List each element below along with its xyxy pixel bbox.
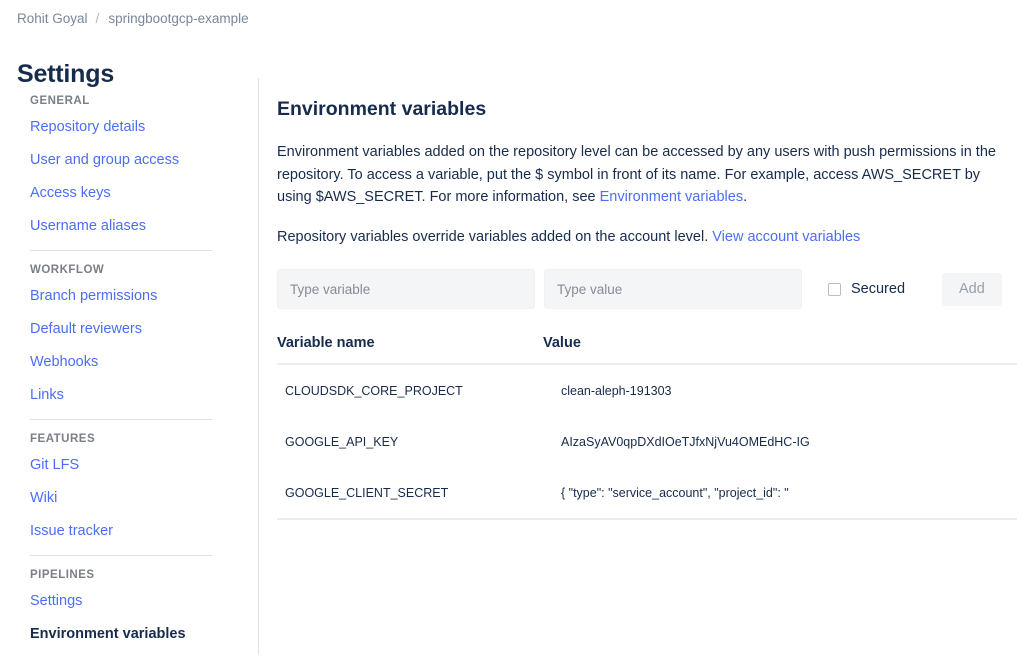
breadcrumb-separator: / xyxy=(96,11,100,26)
sidebar-item-issue-tracker[interactable]: Issue tracker xyxy=(0,522,240,540)
sidebar-item-repository-details[interactable]: Repository details xyxy=(0,118,240,136)
sidebar-item-git-lfs[interactable]: Git LFS xyxy=(0,456,240,474)
table-row: GOOGLE_CLIENT_SECRET{ "type": "service_a… xyxy=(277,467,1017,520)
add-variable-form: Secured Add xyxy=(277,269,1017,309)
sidebar-item-access-keys[interactable]: Access keys xyxy=(0,184,240,202)
environment-variables-link[interactable]: Environment variables xyxy=(600,189,743,205)
override-paragraph: Repository variables override variables … xyxy=(277,226,999,249)
sidebar-group: GENERAL Repository details User and group … xyxy=(0,95,240,235)
sidebar-group-title: FEATURES xyxy=(0,433,240,445)
sidebar-item-settings[interactable]: Settings xyxy=(0,592,240,610)
sidebar-item-username-aliases[interactable]: Username aliases xyxy=(0,217,240,235)
view-account-variables-link[interactable]: View account variables xyxy=(712,229,860,245)
main-content: Environment variables Environment variab… xyxy=(277,98,1017,520)
sidebar-group: PIPELINES Settings Environment variables xyxy=(0,569,240,643)
override-text-before: Repository variables override variables … xyxy=(277,229,712,245)
sidebar-item-links[interactable]: Links xyxy=(0,386,240,404)
breadcrumb-owner[interactable]: Rohit Goyal xyxy=(17,11,88,26)
sidebar-item-environment-variables[interactable]: Environment variables xyxy=(0,625,240,643)
table-header-row: Variable name Value xyxy=(277,335,1017,365)
column-header-value: Value xyxy=(543,335,581,351)
sidebar-group-title: PIPELINES xyxy=(0,569,240,581)
column-header-variable-name: Variable name xyxy=(277,335,543,351)
sidebar-content-divider xyxy=(258,78,259,655)
sidebar-divider xyxy=(30,250,212,251)
description-text-after: . xyxy=(743,189,747,205)
sidebar-divider xyxy=(30,419,212,420)
cell-variable-value: AIzaSyAV0qpDXdIOeTJfxNjVu4OMEdHC-IG xyxy=(551,435,1001,449)
secured-checkbox[interactable] xyxy=(828,283,841,296)
sidebar-item-branch-permissions[interactable]: Branch permissions xyxy=(0,287,240,305)
variable-name-input[interactable] xyxy=(277,269,535,309)
sidebar-group: WORKFLOW Branch permissions Default review… xyxy=(0,264,240,404)
variable-value-input[interactable] xyxy=(544,269,802,309)
sidebar-item-wiki[interactable]: Wiki xyxy=(0,489,240,507)
cell-variable-name: CLOUDSDK_CORE_PROJECT xyxy=(277,384,551,398)
breadcrumb-repo[interactable]: springbootgcp-example xyxy=(108,11,248,26)
description-paragraph: Environment variables added on the repos… xyxy=(277,141,999,209)
settings-sidebar: GENERAL Repository details User and group … xyxy=(0,95,240,658)
breadcrumb: Rohit Goyal / springbootgcp-example xyxy=(17,11,249,26)
table-row: GOOGLE_API_KEYAIzaSyAV0qpDXdIOeTJfxNjVu4… xyxy=(277,416,1017,467)
secured-label: Secured xyxy=(851,281,905,297)
sidebar-divider xyxy=(30,555,212,556)
section-title: Environment variables xyxy=(277,98,1017,121)
sidebar-group-title: WORKFLOW xyxy=(0,264,240,276)
table-body: CLOUDSDK_CORE_PROJECTclean-aleph-191303G… xyxy=(277,365,1017,520)
cell-variable-value: { "type": "service_account", "project_id… xyxy=(551,486,1001,500)
page-title: Settings xyxy=(17,60,114,89)
sidebar-item-user-and-group-access[interactable]: User and group access xyxy=(0,151,240,169)
sidebar-group: FEATURES Git LFS Wiki Issue tracker xyxy=(0,433,240,540)
sidebar-group-title: GENERAL xyxy=(0,95,240,107)
add-button[interactable]: Add xyxy=(942,273,1002,306)
cell-variable-value: clean-aleph-191303 xyxy=(551,384,1001,398)
sidebar-item-webhooks[interactable]: Webhooks xyxy=(0,353,240,371)
sidebar-item-default-reviewers[interactable]: Default reviewers xyxy=(0,320,240,338)
cell-variable-name: GOOGLE_CLIENT_SECRET xyxy=(277,486,551,500)
cell-variable-name: GOOGLE_API_KEY xyxy=(277,435,551,449)
secured-checkbox-group: Secured xyxy=(828,281,905,297)
table-row: CLOUDSDK_CORE_PROJECTclean-aleph-191303 xyxy=(277,365,1017,416)
variables-table: Variable name Value CLOUDSDK_CORE_PROJEC… xyxy=(277,335,1017,520)
